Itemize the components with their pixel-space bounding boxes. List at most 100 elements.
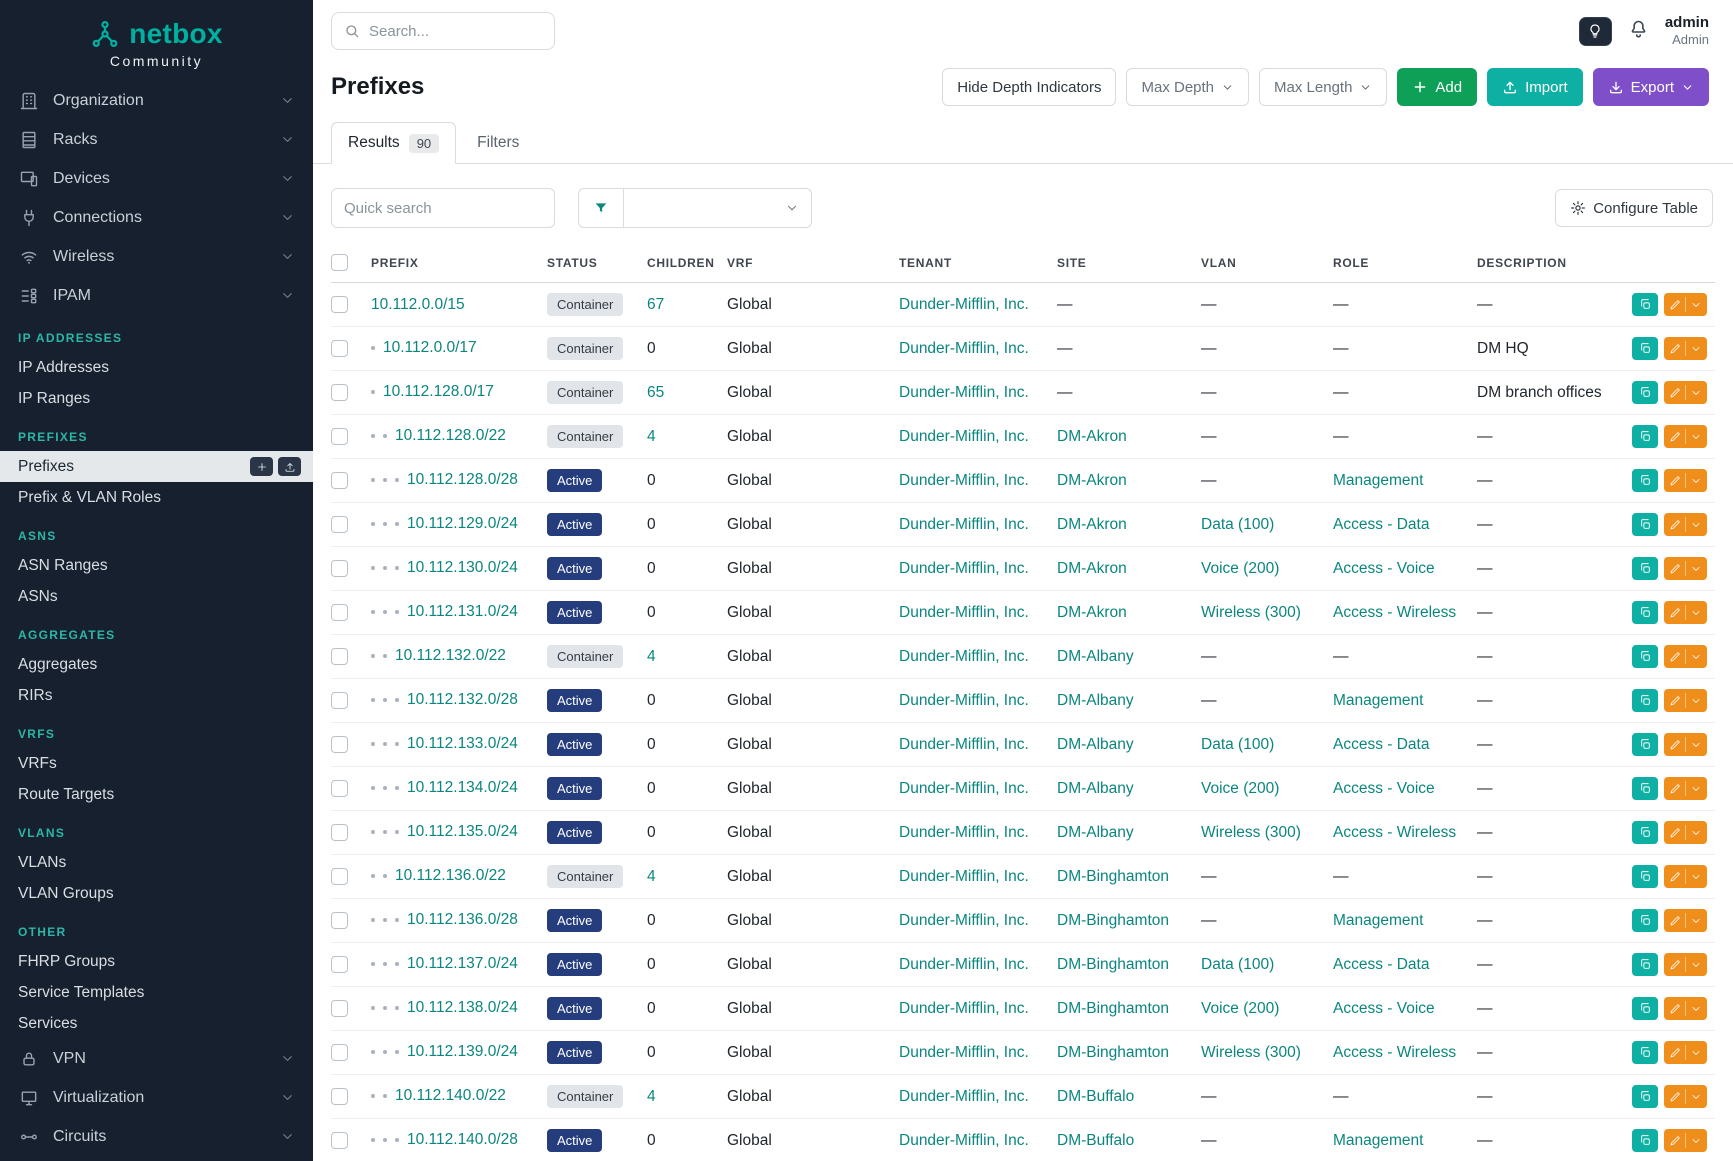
edit-button[interactable] [1664, 689, 1707, 712]
children-link[interactable]: 4 [647, 648, 656, 665]
edit-button[interactable] [1664, 909, 1707, 932]
edit-button[interactable] [1664, 293, 1707, 316]
edit-button[interactable] [1664, 469, 1707, 492]
role-link[interactable]: Management [1333, 692, 1423, 709]
role-link[interactable]: Management [1333, 472, 1423, 489]
vlan-link[interactable]: Voice (200) [1201, 560, 1279, 577]
tenant-link[interactable]: Dunder-Mifflin, Inc. [899, 560, 1029, 577]
role-link[interactable]: Access - Data [1333, 956, 1429, 973]
tenant-link[interactable]: Dunder-Mifflin, Inc. [899, 780, 1029, 797]
column-header-vlan[interactable]: VLAN [1201, 254, 1333, 283]
prefix-link[interactable]: 10.112.139.0/24 [407, 1044, 518, 1061]
tenant-link[interactable]: Dunder-Mifflin, Inc. [899, 648, 1029, 665]
tab-results[interactable]: Results 90 [331, 122, 456, 164]
copy-button[interactable] [1632, 953, 1658, 976]
role-link[interactable]: Management [1333, 912, 1423, 929]
site-link[interactable]: DM-Binghamton [1057, 1000, 1169, 1017]
children-link[interactable]: 4 [647, 428, 656, 445]
prefix-link[interactable]: 10.112.128.0/28 [407, 472, 518, 489]
user-menu[interactable]: admin Admin [1665, 14, 1709, 48]
prefix-link[interactable]: 10.112.134.0/24 [407, 780, 518, 797]
edit-button[interactable] [1664, 337, 1707, 360]
tenant-link[interactable]: Dunder-Mifflin, Inc. [899, 604, 1029, 621]
sidebar-item-prefix-vlan-roles[interactable]: Prefix & VLAN Roles [0, 482, 313, 513]
column-header-children[interactable]: Children [647, 254, 727, 283]
row-checkbox[interactable] [331, 1088, 348, 1105]
sidebar-item-services[interactable]: Services [0, 1008, 313, 1039]
sidebar-item-fhrp-groups[interactable]: FHRP Groups [0, 946, 313, 977]
add-button[interactable]: Add [1397, 68, 1477, 106]
column-header-site[interactable]: Site [1057, 254, 1201, 283]
prefix-link[interactable]: 10.112.133.0/24 [407, 736, 518, 753]
edit-button[interactable] [1664, 997, 1707, 1020]
site-link[interactable]: DM-Albany [1057, 736, 1134, 753]
role-link[interactable]: Access - Voice [1333, 1000, 1435, 1017]
sidebar-item-asns[interactable]: ASNs [0, 581, 313, 612]
tenant-link[interactable]: Dunder-Mifflin, Inc. [899, 1000, 1029, 1017]
sidebar-item-devices[interactable]: Devices [0, 159, 313, 198]
tenant-link[interactable]: Dunder-Mifflin, Inc. [899, 868, 1029, 885]
prefix-link[interactable]: 10.112.140.0/22 [395, 1088, 506, 1105]
prefix-link[interactable]: 10.112.130.0/24 [407, 560, 518, 577]
prefix-link[interactable]: 10.112.136.0/28 [407, 912, 518, 929]
sidebar-item-vlan-groups[interactable]: VLAN Groups [0, 878, 313, 909]
prefix-link[interactable]: 10.112.0.0/17 [383, 340, 477, 357]
copy-button[interactable] [1632, 1041, 1658, 1064]
edit-button[interactable] [1664, 645, 1707, 668]
prefix-link[interactable]: 10.112.132.0/28 [407, 692, 518, 709]
copy-button[interactable] [1632, 469, 1658, 492]
column-header-description[interactable]: Description [1477, 254, 1623, 283]
tenant-link[interactable]: Dunder-Mifflin, Inc. [899, 692, 1029, 709]
site-link[interactable]: DM-Akron [1057, 560, 1127, 577]
vlan-link[interactable]: Wireless (300) [1201, 1044, 1301, 1061]
edit-button[interactable] [1664, 601, 1707, 624]
role-link[interactable]: Access - Voice [1333, 780, 1435, 797]
sidebar-item-vlans[interactable]: VLANs [0, 847, 313, 878]
vlan-link[interactable]: Wireless (300) [1201, 824, 1301, 841]
column-header-tenant[interactable]: Tenant [899, 254, 1057, 283]
row-checkbox[interactable] [331, 956, 348, 973]
site-link[interactable]: DM-Akron [1057, 428, 1127, 445]
site-link[interactable]: DM-Albany [1057, 692, 1134, 709]
vlan-link[interactable]: Data (100) [1201, 956, 1274, 973]
copy-button[interactable] [1632, 557, 1658, 580]
tenant-link[interactable]: Dunder-Mifflin, Inc. [899, 912, 1029, 929]
tenant-link[interactable]: Dunder-Mifflin, Inc. [899, 296, 1029, 313]
prefix-link[interactable]: 10.112.135.0/24 [407, 824, 518, 841]
sidebar-item-connections[interactable]: Connections [0, 198, 313, 237]
row-checkbox[interactable] [331, 912, 348, 929]
site-link[interactable]: DM-Albany [1057, 824, 1134, 841]
site-link[interactable]: DM-Buffalo [1057, 1088, 1134, 1105]
edit-button[interactable] [1664, 1129, 1707, 1152]
prefix-link[interactable]: 10.112.128.0/17 [383, 384, 494, 401]
copy-button[interactable] [1632, 909, 1658, 932]
copy-button[interactable] [1632, 1129, 1658, 1152]
search-input[interactable] [369, 23, 542, 40]
edit-button[interactable] [1664, 733, 1707, 756]
edit-button[interactable] [1664, 953, 1707, 976]
copy-button[interactable] [1632, 865, 1658, 888]
quick-import-button[interactable] [278, 457, 301, 476]
edit-button[interactable] [1664, 1041, 1707, 1064]
hide-depth-indicators-button[interactable]: Hide Depth Indicators [942, 68, 1116, 106]
edit-button[interactable] [1664, 777, 1707, 800]
sidebar-item-organization[interactable]: Organization [0, 81, 313, 120]
site-link[interactable]: DM-Akron [1057, 516, 1127, 533]
row-checkbox[interactable] [331, 384, 348, 401]
tenant-link[interactable]: Dunder-Mifflin, Inc. [899, 384, 1029, 401]
tenant-link[interactable]: Dunder-Mifflin, Inc. [899, 1044, 1029, 1061]
sidebar-item-ip-addresses[interactable]: IP Addresses [0, 352, 313, 383]
copy-button[interactable] [1632, 425, 1658, 448]
site-link[interactable]: DM-Albany [1057, 780, 1134, 797]
copy-button[interactable] [1632, 645, 1658, 668]
quick-search-input[interactable] [331, 188, 555, 228]
prefix-link[interactable]: 10.112.132.0/22 [395, 648, 506, 665]
vlan-link[interactable]: Data (100) [1201, 516, 1274, 533]
row-checkbox[interactable] [331, 736, 348, 753]
prefix-link[interactable]: 10.112.128.0/22 [395, 428, 506, 445]
children-link[interactable]: 67 [647, 296, 664, 313]
role-link[interactable]: Access - Wireless [1333, 1044, 1456, 1061]
sidebar-item-vrfs[interactable]: VRFs [0, 748, 313, 779]
column-header-vrf[interactable]: VRF [727, 254, 899, 283]
vlan-link[interactable]: Voice (200) [1201, 1000, 1279, 1017]
